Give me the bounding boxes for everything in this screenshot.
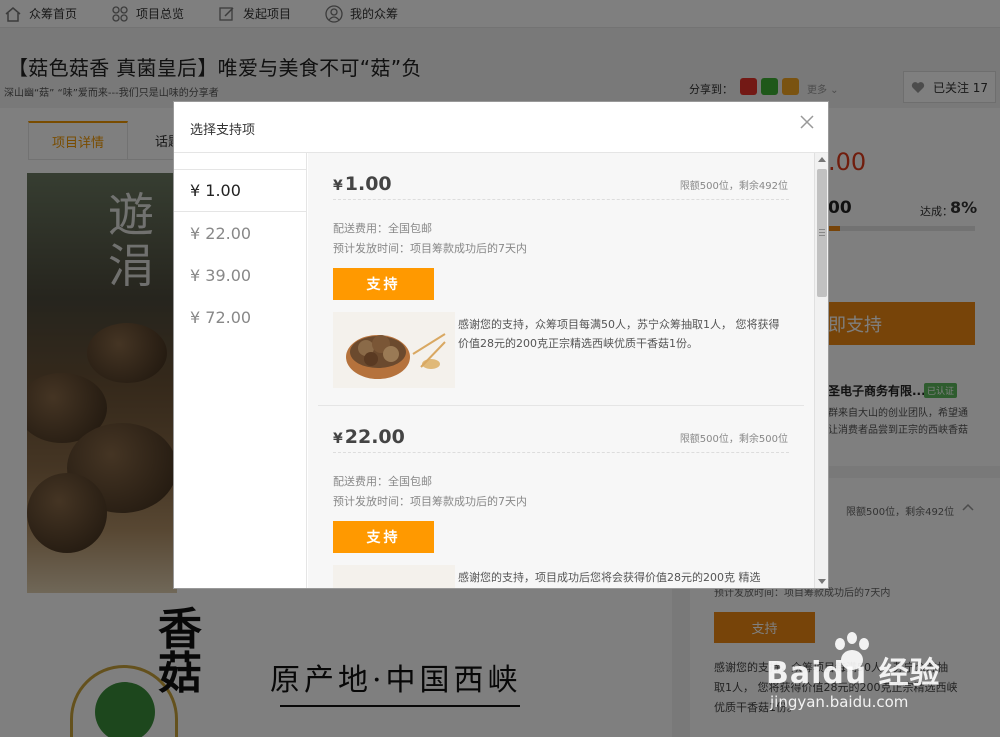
watermark-url: jingyan.baidu.com — [770, 693, 909, 711]
reward-delivery: 预计发放时间：项目筹款成功后的7天内 — [333, 495, 527, 508]
reward-price-value: 1.00 — [344, 173, 392, 195]
scroll-up-arrow[interactable] — [818, 157, 826, 162]
reward-image — [333, 565, 455, 588]
modal-title: 选择支持项 — [190, 123, 256, 138]
support-options-modal: 选择支持项 ¥ 1.00 ¥ 22.00 ¥ 39.00 ¥ 72.00 ¥1.… — [174, 102, 828, 588]
reward-price: ¥1.00 — [333, 173, 392, 195]
reward-divider — [333, 199, 789, 200]
reward-card: ¥22.00 限额500位，剩余500位 配送费用：全国包邮 预计发放时间：项目… — [318, 406, 804, 588]
reward-quota: 限额500位，剩余500位 — [679, 434, 788, 445]
yen-symbol: ¥ — [333, 178, 343, 194]
reward-image — [333, 312, 455, 388]
tier-item[interactable]: ¥ 22.00 — [174, 212, 306, 254]
support-button[interactable]: 支持 — [333, 268, 434, 300]
reward-card: ¥1.00 限额500位，剩余492位 配送费用：全国包邮 预计发放时间：项目筹… — [318, 153, 804, 406]
modal-header: 选择支持项 — [174, 102, 828, 153]
reward-description: 感谢您的支持，项目成功后您将会获得价值28元的200克 精选 — [458, 571, 761, 584]
tier-item[interactable]: ¥ 39.00 — [174, 254, 306, 296]
reward-delivery: 预计发放时间：项目筹款成功后的7天内 — [333, 242, 527, 255]
watermark-brand: Baidu 经验 — [766, 656, 941, 691]
reward-price-value: 22.00 — [344, 426, 405, 448]
reward-price: ¥22.00 — [333, 426, 405, 448]
close-icon[interactable] — [798, 113, 816, 131]
tier-list: ¥ 1.00 ¥ 22.00 ¥ 39.00 ¥ 72.00 — [174, 153, 307, 588]
scrollbar[interactable] — [814, 153, 828, 588]
reward-shipping: 配送费用：全国包邮 — [333, 222, 432, 235]
tier-item[interactable]: ¥ 72.00 — [174, 296, 306, 338]
scrollbar-thumb[interactable] — [817, 169, 827, 297]
reward-quota: 限额500位，剩余492位 — [679, 181, 788, 192]
reward-divider — [333, 452, 789, 453]
support-button[interactable]: 支持 — [333, 521, 434, 553]
tier-item[interactable]: ¥ 1.00 — [174, 170, 306, 212]
scroll-down-arrow[interactable] — [818, 579, 826, 584]
yen-symbol: ¥ — [333, 431, 343, 447]
reward-shipping: 配送费用：全国包邮 — [333, 475, 432, 488]
reward-panel: ¥1.00 限额500位，剩余492位 配送费用：全国包邮 预计发放时间：项目筹… — [308, 153, 814, 588]
reward-description: 感谢您的支持，众筹项目每满50人，苏宁众筹抽取1人， 您将获得价值28元的200… — [458, 318, 780, 350]
